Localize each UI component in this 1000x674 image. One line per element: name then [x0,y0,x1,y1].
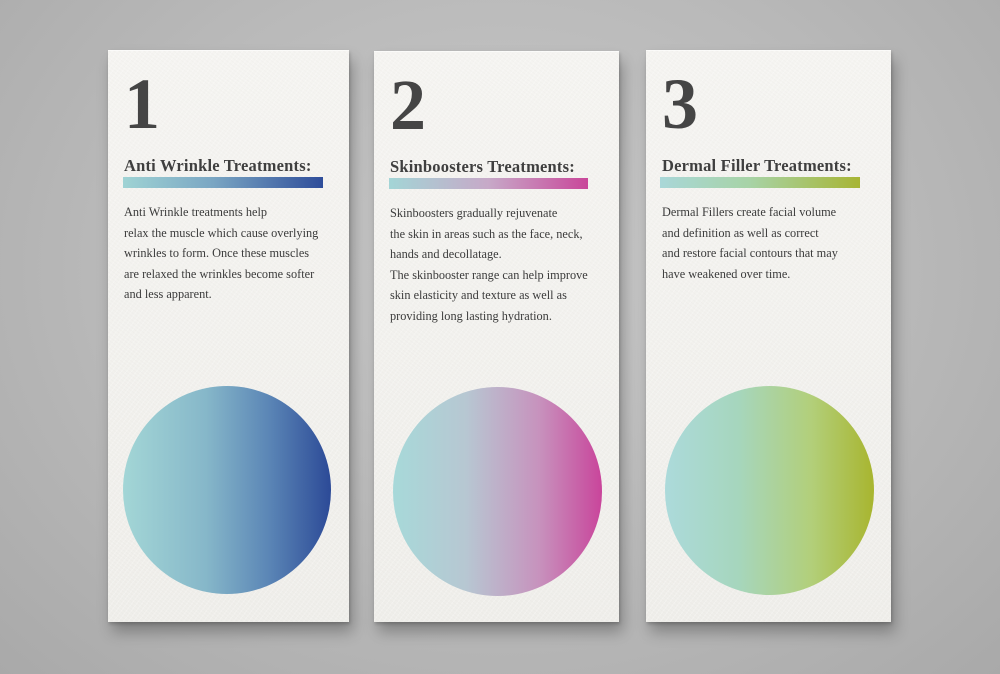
card-title: Skinboosters Treatments: [390,157,575,176]
card-title: Anti Wrinkle Treatments: [124,156,312,175]
card-number: 1 [124,64,160,144]
description-line: Anti Wrinkle treatments help [124,205,268,219]
treatment-card-2: 2 Skinboosters Treatments: Skinboosters … [374,51,619,622]
gradient-circle [393,387,602,596]
treatment-card-1: 1 Anti Wrinkle Treatments: Anti Wrinkle … [108,50,349,622]
description-line: and less apparent. [124,287,212,301]
gradient-bar [660,177,860,188]
description-line: wrinkles to form. Once these muscles [124,246,310,260]
description-line: Skinboosters gradually rejuvenate [390,206,558,220]
description-line: providing long lasting hydration. [390,308,552,323]
description-line: relax the muscle which cause overlying [124,225,319,240]
card-description: Skinboosters gradually rejuvenate the sk… [390,203,614,326]
description-line: have weakened over time. [662,266,791,281]
description-line: the skin in areas such as the face, neck… [390,226,583,241]
gradient-circle [665,386,874,595]
description-line: and definition as well as correct [662,225,819,240]
description-line: are relaxed the wrinkles become softer [124,266,315,281]
gradient-circle [123,386,331,594]
description-line: and restore facial contours that may [662,246,838,260]
description-line: skin elasticity and texture as well as [390,288,567,302]
gradient-bar [389,178,588,189]
gradient-bar [123,177,323,188]
card-number: 2 [390,65,426,145]
description-line: hands and decollatage. [390,247,502,261]
treatment-card-3: 3 Dermal Filler Treatments: Dermal Fille… [646,50,891,622]
description-line: Dermal Fillers create facial volume [662,205,837,219]
description-line: The skinbooster range can help improve [390,267,588,282]
card-description: Dermal Fillers create facial volume and … [662,202,886,284]
card-description: Anti Wrinkle treatments help relax the m… [124,202,348,305]
card-number: 3 [662,64,698,144]
card-title: Dermal Filler Treatments: [662,156,852,175]
